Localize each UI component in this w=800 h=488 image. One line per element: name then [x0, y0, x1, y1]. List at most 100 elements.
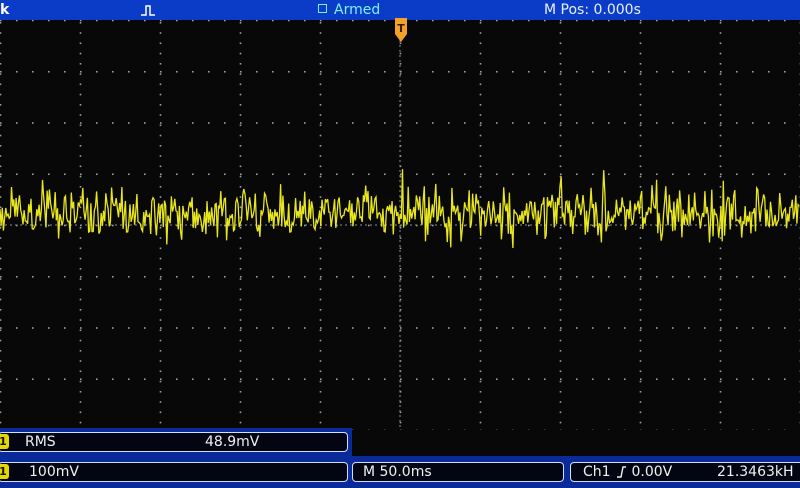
grid-dot [320, 275, 322, 278]
grid-dot [319, 93, 322, 96]
grid-dot [736, 20, 738, 22]
horizontal-scale-readout[interactable]: M 50.0ms [352, 462, 564, 482]
grid-dot [352, 327, 354, 329]
grid-dot [479, 114, 482, 116]
grid-dot [704, 378, 706, 381]
measurement-readout[interactable]: 1 RMS 48.9mV [0, 432, 348, 452]
grid-dot [368, 122, 370, 124]
grid-dot [192, 173, 194, 176]
grid-dot [464, 378, 466, 381]
grid-dot [512, 378, 514, 381]
grid-dot [559, 216, 562, 219]
grid-dot [719, 73, 722, 75]
grid-dot [560, 378, 562, 381]
grid-dot [464, 70, 466, 73]
vertical-scale-readout[interactable]: 1 100mV [0, 462, 348, 482]
grid-dot [624, 327, 626, 329]
grid-dot [559, 227, 562, 229]
grid-dot [736, 327, 738, 329]
grid-dot [319, 380, 322, 383]
grid-dot [479, 370, 482, 373]
grid-dot [48, 20, 50, 22]
grid-dot [480, 378, 482, 381]
grid-dot [719, 278, 722, 280]
grid-dot [208, 122, 210, 124]
grid-dot [479, 186, 482, 188]
grid-dot [479, 421, 482, 424]
grid-dot [64, 122, 66, 124]
grid-dot [559, 83, 562, 86]
grid-dot [16, 173, 18, 176]
grid-dot [0, 237, 2, 239]
grid-dot [672, 122, 674, 124]
grid-dot [512, 20, 514, 22]
grid-dot [32, 20, 34, 22]
grid-dot [399, 63, 402, 65]
grid-dot [304, 20, 306, 22]
grid-dot [608, 173, 610, 176]
trigger-readout[interactable]: Ch1 0.00V 21.3463kH [570, 462, 800, 482]
grid-dot [352, 173, 354, 176]
grid-dot [544, 378, 546, 381]
grid-dot [0, 247, 2, 250]
grid-dot [112, 122, 114, 124]
grid-dot [159, 360, 162, 362]
grid-dot [432, 70, 434, 73]
grid-dot [640, 378, 642, 381]
waveform-display [0, 20, 800, 430]
grid-dot [239, 145, 242, 147]
grid-dot [159, 196, 162, 198]
grid-dot [672, 70, 674, 73]
grid-dot [559, 206, 562, 209]
vertical-scale: 100mV [29, 464, 79, 480]
grid-dot [80, 20, 82, 22]
grid-dot [719, 42, 722, 45]
grid-dot [368, 20, 370, 22]
grid-dot [704, 327, 706, 329]
grid-dot [224, 275, 226, 278]
grid-dot [208, 20, 210, 22]
grid-dot [159, 350, 162, 352]
grid-dot [272, 173, 274, 176]
grid-dot [0, 63, 2, 65]
grid-dot [672, 275, 674, 278]
grid-dot [719, 104, 722, 106]
horizontal-scale: M 50.0ms [363, 464, 432, 480]
grid-dot [160, 378, 162, 381]
grid-dot [592, 122, 594, 124]
status-bar: k Armed M Pos: 0.000s [0, 0, 800, 20]
grid-dot [159, 155, 162, 157]
grid-dot [559, 93, 562, 96]
grid-dot [32, 327, 34, 329]
grid-dot [368, 173, 370, 176]
grid-dot [719, 83, 722, 86]
grid-dot [80, 275, 82, 278]
grid-dot [639, 145, 642, 147]
grid-dot [719, 93, 722, 96]
grid-dot [672, 20, 674, 22]
grid-dot [479, 145, 482, 147]
grid-dot [640, 20, 642, 22]
grid-dot [656, 70, 658, 73]
grid-dot [352, 70, 354, 73]
grid-dot [79, 339, 82, 342]
grid-dot [159, 411, 162, 414]
grid-dot [479, 155, 482, 157]
grid-dot [688, 173, 690, 176]
grid-dot [480, 173, 482, 176]
trigger-position-marker[interactable]: T [393, 18, 409, 44]
grid-dot [319, 350, 322, 352]
grid-dot [416, 173, 418, 176]
grid-dot [704, 122, 706, 124]
grid-dot [752, 275, 754, 278]
grid-dot [624, 378, 626, 381]
grid-dot [640, 70, 642, 73]
grid-dot [272, 20, 274, 22]
grid-dot [592, 327, 594, 329]
grid-dot [239, 124, 242, 127]
grid-dot [639, 401, 642, 403]
grid-dot [720, 275, 722, 278]
grid-dot [336, 173, 338, 176]
grid-dot [239, 278, 242, 280]
grid-dot [576, 327, 578, 329]
